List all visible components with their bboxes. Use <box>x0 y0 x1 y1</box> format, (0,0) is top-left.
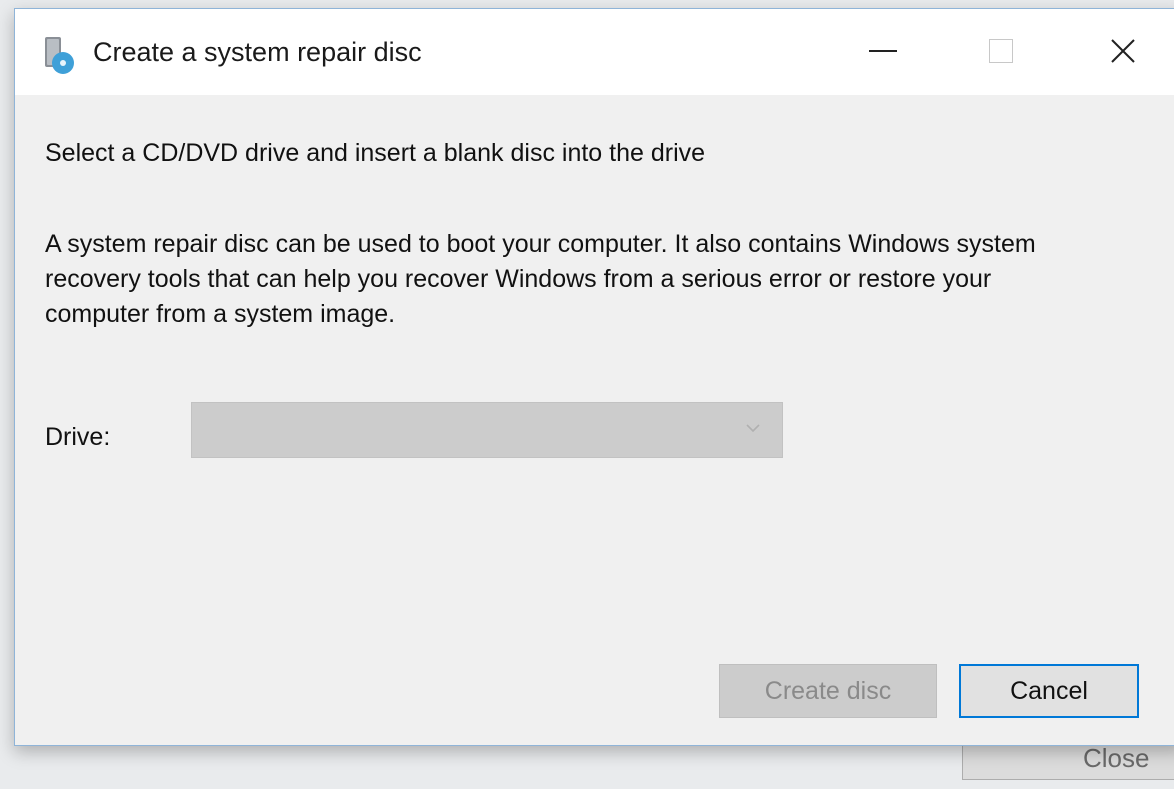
create-disc-button[interactable]: Create disc <box>719 664 937 718</box>
minimize-button[interactable] <box>851 27 915 75</box>
minimize-icon <box>869 50 897 52</box>
repair-disc-dialog: Create a system repair disc Select a CD/… <box>14 8 1174 746</box>
drive-dropdown[interactable] <box>191 402 783 458</box>
background-close-button[interactable]: Close <box>962 740 1174 780</box>
chevron-down-icon <box>746 424 760 433</box>
maximize-button <box>969 27 1033 75</box>
screen: Close Create a system repair disc Select… <box>0 0 1174 789</box>
maximize-icon <box>989 39 1013 63</box>
instruction-heading: Select a CD/DVD drive and insert a blank… <box>45 139 706 167</box>
cancel-button[interactable]: Cancel <box>959 664 1139 718</box>
title-bar[interactable]: Create a system repair disc <box>15 9 1174 95</box>
description-text: A system repair disc can be used to boot… <box>45 230 1036 328</box>
close-icon <box>1111 39 1135 63</box>
close-button[interactable] <box>1091 27 1155 75</box>
drive-label: Drive: <box>45 423 111 451</box>
backup-app-icon <box>45 37 74 74</box>
window-title: Create a system repair disc <box>93 37 422 67</box>
